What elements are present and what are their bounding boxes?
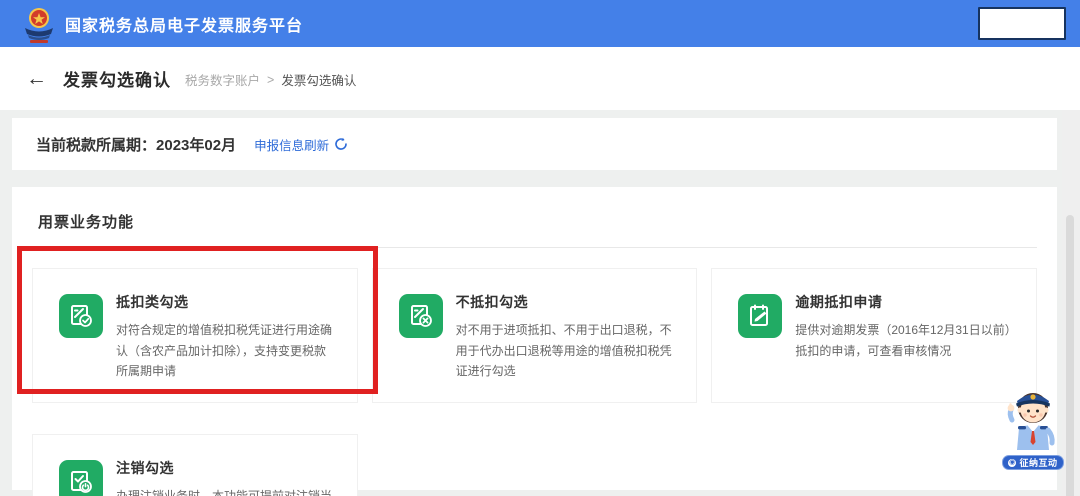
refresh-icon	[335, 137, 347, 150]
invoice-check-icon	[59, 294, 103, 338]
app-header: 国家税务总局电子发票服务平台	[0, 0, 1080, 47]
section-header: 用票业务功能	[32, 187, 1037, 248]
back-arrow-icon[interactable]: ←	[26, 68, 47, 89]
invoice-power-icon	[59, 459, 103, 496]
refresh-declaration-link[interactable]: 申报信息刷新	[254, 135, 348, 154]
refresh-link-label: 申报信息刷新	[254, 138, 330, 153]
breadcrumb-bar: ← 发票勾选确认 税务数字账户 > 发票勾选确认	[0, 47, 1080, 110]
card-desc: 对不用于进项抵扣、不用于出口退税，不用于代办出口退税等用途的增值税扣税凭证进行勾…	[455, 323, 672, 379]
vertical-scrollbar-track[interactable]	[1062, 110, 1080, 496]
breadcrumb: 税务数字账户 > 发票勾选确认	[185, 70, 356, 89]
breadcrumb-item-current: 发票勾选确认	[281, 74, 357, 88]
mascot-badge-icon: ◉	[1008, 458, 1017, 467]
card-overdue-deduction-application[interactable]: 逾期抵扣申请 提供对逾期发票（2016年12月31日以前）抵扣的申请，可查看审核…	[711, 268, 1037, 403]
card-title: 逾期抵扣申请	[795, 294, 883, 310]
section-title: 用票业务功能	[38, 214, 135, 231]
card-title: 抵扣类勾选	[116, 294, 189, 310]
tax-officer-mascot[interactable]: ◉ 征纳互动	[1002, 386, 1064, 481]
app-title: 国家税务总局电子发票服务平台	[65, 17, 304, 35]
card-deduction-selection[interactable]: 抵扣类勾选 对符合规定的增值税扣税凭证进行用途确认（含农产品加计扣除），支持变更…	[32, 268, 358, 403]
clipboard-edit-icon	[738, 294, 783, 338]
invoice-cross-icon	[398, 294, 443, 338]
tax-period-label: 当前税款所属期：	[36, 136, 157, 154]
card-desc: 提供对逾期发票（2016年12月31日以前）抵扣的申请，可查看审核情况	[795, 323, 1011, 358]
user-info-box[interactable]	[978, 7, 1066, 40]
card-desc: 办理注销业务时，本功能可提前对注销当期的税款所属期的增值税扣税凭证进行勾选统计确…	[116, 488, 333, 496]
vertical-scrollbar-thumb[interactable]	[1066, 215, 1074, 496]
breadcrumb-item-account[interactable]: 税务数字账户	[185, 70, 260, 89]
mascot-badge[interactable]: ◉ 征纳互动	[1002, 455, 1064, 470]
card-cancellation-selection[interactable]: 注销勾选 办理注销业务时，本功能可提前对注销当期的税款所属期的增值税扣税凭证进行…	[32, 433, 358, 496]
business-functions-panel: 用票业务功能 抵扣类勾选 对符合规定的增值税扣税凭证进行用途确认（含农产品加计扣…	[12, 187, 1057, 496]
function-cards-grid: 抵扣类勾选 对符合规定的增值税扣税凭证进行用途确认（含农产品加计扣除），支持变更…	[12, 246, 1057, 496]
card-desc: 对符合规定的增值税扣税凭证进行用途确认（含农产品加计扣除），支持变更税款所属期申…	[116, 323, 333, 379]
card-title: 注销勾选	[116, 459, 174, 476]
card-title: 不抵扣勾选	[455, 294, 529, 310]
tax-emblem-logo	[25, 7, 53, 43]
tax-officer-mascot-figure	[1007, 393, 1055, 450]
card-non-deduction-selection[interactable]: 不抵扣勾选 对不用于进项抵扣、不用于出口退税，不用于代办出口退税等用途的增值税扣…	[371, 268, 698, 403]
mascot-badge-label: 征纳互动	[1019, 458, 1058, 468]
tax-period-value: 2023年02月	[156, 136, 237, 154]
page-title: 发票勾选确认	[63, 71, 171, 90]
breadcrumb-separator: >	[267, 72, 275, 87]
tax-period-panel: 当前税款所属期： 2023年02月 申报信息刷新	[12, 118, 1057, 170]
